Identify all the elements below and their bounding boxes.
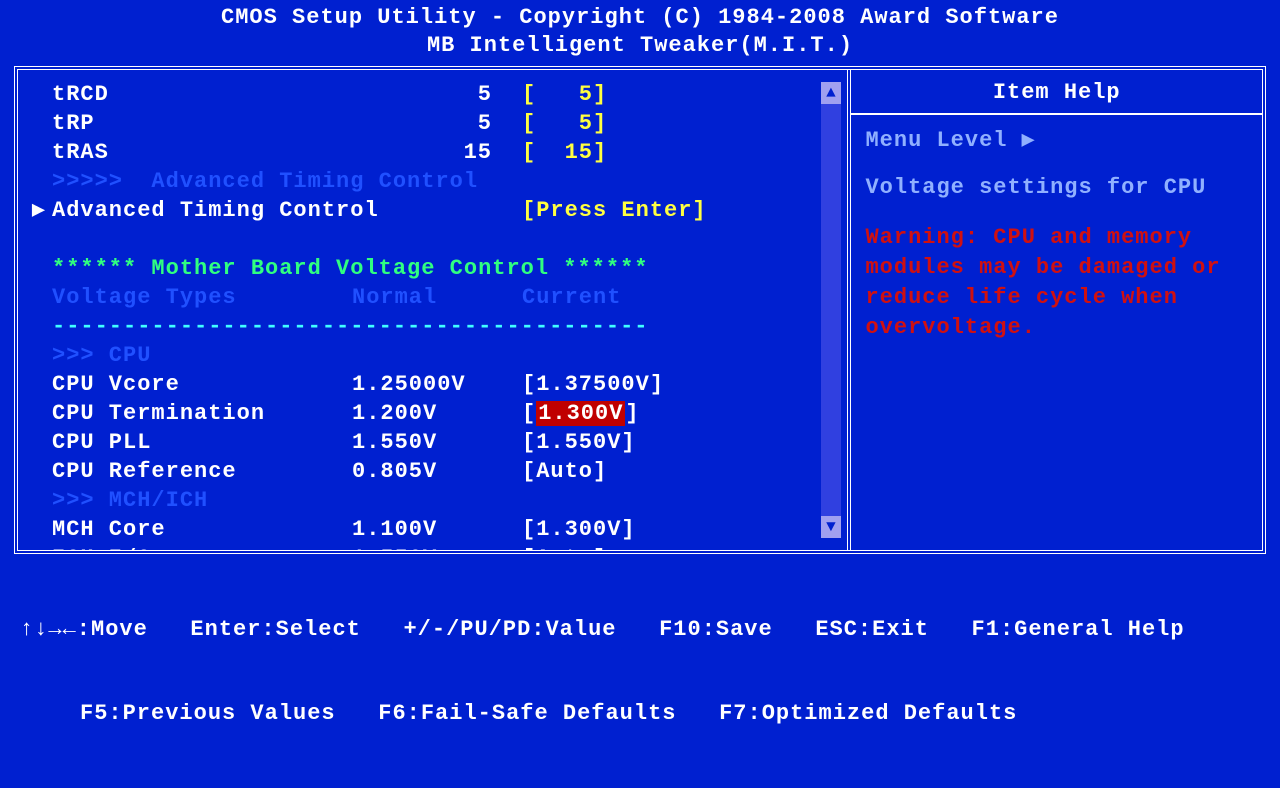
help-separator — [851, 113, 1262, 115]
setting-normal: 1.200V — [352, 399, 522, 428]
setting-current[interactable]: [ 5] — [522, 80, 839, 109]
setting-normal: 1.550V — [352, 544, 522, 554]
setting-label: CPU Reference — [52, 457, 352, 486]
setting-row[interactable]: tRP5[ 5] — [26, 109, 839, 138]
setting-label: MCH Core — [52, 515, 352, 544]
setting-row: >>> MCH/ICH — [26, 486, 839, 515]
setting-label: Advanced Timing Control — [52, 196, 352, 225]
setting-current[interactable]: [1.300V] — [522, 399, 839, 428]
setting-normal: 0.805V — [352, 457, 522, 486]
header-line2: MB Intelligent Tweaker(M.I.T.) — [0, 32, 1280, 60]
help-pane: Item Help Menu Level ▶ Voltage settings … — [851, 70, 1262, 550]
setting-label: CPU PLL — [52, 428, 352, 457]
cursor-icon — [26, 138, 52, 167]
setting-row[interactable]: tRCD5[ 5] — [26, 80, 839, 109]
setting-label: tRP — [52, 109, 352, 138]
setting-row: ----------------------------------------… — [26, 312, 839, 341]
col-header-current: Current — [522, 283, 839, 312]
scroll-up-icon[interactable]: ▲ — [826, 84, 837, 102]
setting-row[interactable]: MCH Core1.100V[1.300V] — [26, 515, 839, 544]
setting-current[interactable]: [ 15] — [522, 138, 839, 167]
setting-row: ****** Mother Board Voltage Control ****… — [26, 254, 839, 283]
setting-row: Voltage TypesNormalCurrent — [26, 283, 839, 312]
help-warning: Warning: CPU and memory modules may be d… — [865, 223, 1248, 343]
setting-normal: 5 — [352, 80, 522, 109]
setting-current[interactable]: [ 5] — [522, 109, 839, 138]
cursor-icon — [26, 544, 52, 554]
menu-level-row: Menu Level ▶ — [865, 127, 1248, 153]
setting-normal: 1.550V — [352, 428, 522, 457]
help-title: Item Help — [865, 80, 1248, 113]
scroll-down-icon[interactable]: ▼ — [826, 518, 837, 536]
setting-current[interactable]: [1.300V] — [522, 515, 839, 544]
section-title: ****** Mother Board Voltage Control ****… — [52, 254, 649, 283]
setting-row: >>>>> Advanced Timing Control — [26, 167, 839, 196]
cursor-icon: ▶ — [26, 196, 52, 225]
setting-current[interactable]: [1.550V] — [522, 428, 839, 457]
setting-current[interactable]: [Press Enter] — [522, 196, 839, 225]
setting-label: CPU Termination — [52, 399, 352, 428]
cursor-icon — [26, 515, 52, 544]
setting-normal: 5 — [352, 109, 522, 138]
setting-row[interactable]: CPU Vcore1.25000V[1.37500V] — [26, 370, 839, 399]
help-description: Voltage settings for CPU — [865, 173, 1248, 203]
setting-label: tRAS — [52, 138, 352, 167]
setting-normal: 1.25000V — [352, 370, 522, 399]
setting-current[interactable]: [Auto] — [522, 544, 839, 554]
divider: ----------------------------------------… — [52, 312, 649, 341]
scrollbar[interactable]: ▲ ▼ — [821, 82, 841, 538]
section-header: >>> MCH/ICH — [52, 486, 208, 515]
setting-row[interactable]: CPU Termination1.200V[1.300V] — [26, 399, 839, 428]
footer-line2: F5:Previous Values F6:Fail-Safe Defaults… — [20, 700, 1260, 728]
cursor-icon — [26, 428, 52, 457]
main-frame: tRCD5[ 5]tRP5[ 5]tRAS15[ 15]>>>>> Advanc… — [14, 66, 1266, 554]
setting-label: CPU Vcore — [52, 370, 352, 399]
cursor-icon — [26, 457, 52, 486]
setting-row: >>> CPU — [26, 341, 839, 370]
selected-value[interactable]: 1.300V — [536, 401, 625, 426]
header-line1: CMOS Setup Utility - Copyright (C) 1984-… — [0, 4, 1280, 32]
cursor-icon — [26, 399, 52, 428]
menu-level-label: Menu Level — [865, 128, 1007, 153]
setting-row[interactable]: ▶Advanced Timing Control [Press Enter] — [26, 196, 839, 225]
section-header: >>> CPU — [52, 341, 151, 370]
cursor-icon — [26, 109, 52, 138]
cursor-icon — [26, 370, 52, 399]
col-header-normal: Normal — [352, 283, 522, 312]
col-header-label: Voltage Types — [52, 283, 352, 312]
section-header: >>>>> Advanced Timing Control — [52, 167, 478, 196]
setting-row[interactable]: CPU PLL1.550V[1.550V] — [26, 428, 839, 457]
footer-line1: ↑↓→←:Move Enter:Select +/-/PU/PD:Value F… — [20, 616, 1260, 644]
setting-label: tRCD — [52, 80, 352, 109]
setting-row[interactable]: CPU Reference0.805V[Auto] — [26, 457, 839, 486]
setting-normal: 15 — [352, 138, 522, 167]
setting-label: ICH I/O — [52, 544, 352, 554]
setting-row[interactable]: ICH I/O1.550V[Auto] — [26, 544, 839, 554]
setting-normal — [352, 196, 522, 225]
chevron-right-icon: ▶ — [1022, 127, 1036, 153]
scrollbar-thumb[interactable] — [821, 104, 841, 516]
footer-keys: ↑↓→←:Move Enter:Select +/-/PU/PD:Value F… — [0, 554, 1280, 788]
setting-row — [26, 225, 839, 254]
bios-header: CMOS Setup Utility - Copyright (C) 1984-… — [0, 0, 1280, 66]
setting-current[interactable]: [1.37500V] — [522, 370, 839, 399]
setting-normal: 1.100V — [352, 515, 522, 544]
cursor-icon — [26, 80, 52, 109]
setting-current[interactable]: [Auto] — [522, 457, 839, 486]
setting-row[interactable]: tRAS15[ 15] — [26, 138, 839, 167]
settings-pane: tRCD5[ 5]tRP5[ 5]tRAS15[ 15]>>>>> Advanc… — [18, 70, 851, 550]
